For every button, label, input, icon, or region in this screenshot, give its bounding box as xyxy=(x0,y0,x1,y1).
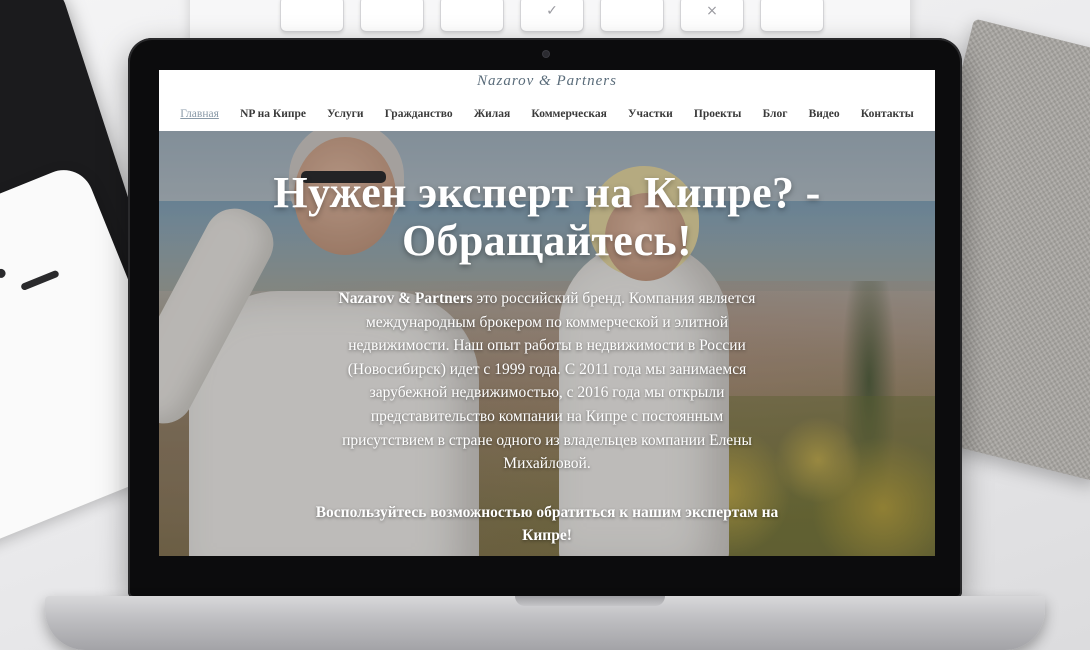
nav-item-residential[interactable]: Жилая xyxy=(463,108,521,120)
nav-item-citizenship[interactable]: Гражданство xyxy=(374,108,463,120)
hero-title-line-2: Обращайтесь! xyxy=(402,216,692,265)
nav-item-home[interactable]: Главная xyxy=(170,108,230,120)
main-nav: Главная NP на Кипре Услуги Гражданство Ж… xyxy=(159,108,935,120)
nav-item-projects[interactable]: Проекты xyxy=(683,108,752,120)
hero-description: Nazarov & Partners это российский бренд.… xyxy=(327,287,767,476)
tablet-camera-icon xyxy=(0,267,7,280)
hero-section: Нужен эксперт на Кипре? - Обращайтесь! N… xyxy=(159,131,935,556)
hero-title: Нужен эксперт на Кипре? - Обращайтесь! xyxy=(159,131,935,265)
nav-item-np-cyprus[interactable]: NP на Кипре xyxy=(229,108,316,120)
tablet-speaker-icon xyxy=(20,269,60,292)
nav-item-commercial[interactable]: Коммерческая xyxy=(521,108,618,120)
keyboard-key xyxy=(360,0,424,32)
hero-call-to-action: Воспользуйтесь возможностью обратиться к… xyxy=(315,503,779,545)
keyboard-key xyxy=(280,0,344,32)
laptop-screen: Nazarov & Partners Главная NP на Кипре У… xyxy=(159,70,935,556)
laptop-base xyxy=(45,596,1045,650)
laptop-notch xyxy=(515,596,665,606)
hero-content: Нужен эксперт на Кипре? - Обращайтесь! N… xyxy=(159,131,935,548)
keyboard-key: ✓ xyxy=(520,0,584,32)
site-header: Nazarov & Partners Главная NP на Кипре У… xyxy=(159,70,935,132)
nav-item-video[interactable]: Видео xyxy=(798,108,850,120)
keyboard-key xyxy=(760,0,824,32)
keyboard-key: × xyxy=(680,0,744,32)
check-icon: ✓ xyxy=(546,3,558,19)
nav-item-blog[interactable]: Блог xyxy=(752,108,798,120)
site-logo[interactable]: Nazarov & Partners xyxy=(159,73,935,90)
nav-item-land[interactable]: Участки xyxy=(617,108,683,120)
keyboard-key xyxy=(440,0,504,32)
nav-item-services[interactable]: Услуги xyxy=(317,108,375,120)
close-icon: × xyxy=(706,3,718,19)
nav-item-contacts[interactable]: Контакты xyxy=(850,108,924,120)
keyboard-key xyxy=(600,0,664,32)
hero-description-text: это российский бренд. Компания является … xyxy=(342,290,756,473)
hero-title-line-1: Нужен эксперт на Кипре? - xyxy=(273,168,821,217)
hero-brand-name: Nazarov & Partners xyxy=(338,290,473,307)
webcam-icon xyxy=(543,51,549,57)
